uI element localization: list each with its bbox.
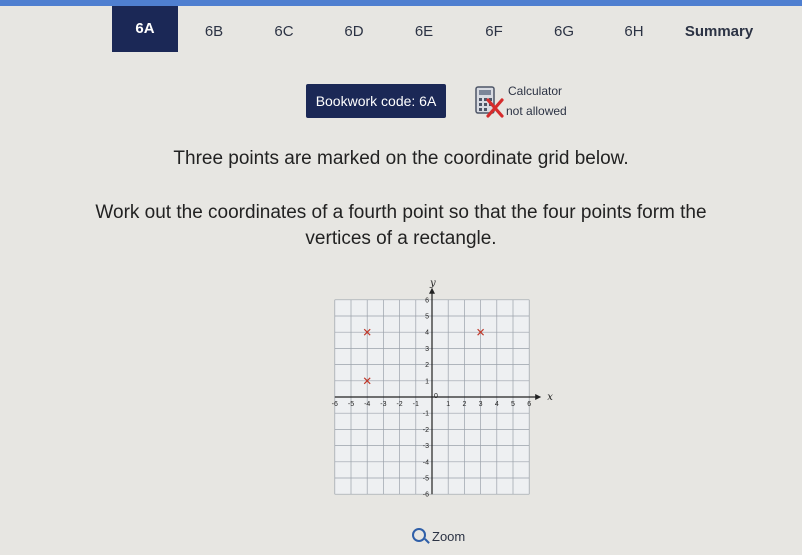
x-tick-label: -2 [396, 401, 402, 408]
tab-6e[interactable]: 6E [394, 12, 454, 52]
y-tick-label: 1 [425, 378, 429, 385]
calculator-crossed-icon [474, 86, 506, 118]
question-tab-bar: 6A 6B 6C 6D 6E 6F 6G 6H Summary [112, 6, 802, 52]
tab-6f[interactable]: 6F [464, 12, 524, 52]
coordinate-grid: x y -6 -5 -4 -3 -2 -1 1 2 3 4 5 6 6 5 4 3 2 1 -1 -2 -3 -4 -5 -6 0 [324, 276, 564, 506]
x-tick-label: 6 [527, 401, 531, 408]
calculator-status: not allowed [506, 104, 567, 118]
y-tick-label: 2 [425, 362, 429, 369]
tab-6a[interactable]: 6A [112, 6, 178, 52]
x-tick-label: -6 [332, 401, 338, 408]
x-tick-label: 2 [462, 401, 466, 408]
tab-6h[interactable]: 6H [604, 12, 664, 52]
tab-6d[interactable]: 6D [324, 12, 384, 52]
x-tick-label: 1 [446, 401, 450, 408]
y-tick-label: 6 [425, 297, 429, 304]
coordinate-grid-svg: x y -6 -5 -4 -3 -2 -1 1 2 3 4 5 6 6 5 4 3 2 1 -1 -2 -3 -4 -5 -6 0 [332, 278, 554, 499]
tab-6c[interactable]: 6C [254, 12, 314, 52]
tab-6b[interactable]: 6B [184, 12, 244, 52]
y-tick-label: -3 [423, 443, 429, 450]
question-text-line2: Work out the coordinates of a fourth poi… [0, 200, 802, 252]
x-axis-arrow [535, 394, 542, 400]
x-tick-label: -1 [413, 401, 419, 408]
bookwork-code-badge: Bookwork code: 6A [306, 84, 446, 118]
y-tick-label: 5 [425, 314, 429, 321]
tab-summary[interactable]: Summary [674, 12, 764, 52]
x-tick-label: 3 [479, 401, 483, 408]
magnifier-icon [412, 528, 426, 542]
question-text-line1: Three points are marked on the coordinat… [173, 148, 629, 169]
y-axis-label: y [429, 278, 436, 289]
x-tick-label: -4 [364, 401, 370, 408]
y-tick-label: -2 [423, 427, 429, 434]
x-tick-label: 4 [495, 401, 499, 408]
zoom-button[interactable]: Zoom [412, 527, 465, 544]
y-tick-label: -6 [423, 492, 429, 499]
y-tick-label: 4 [425, 330, 429, 337]
tab-6g[interactable]: 6G [534, 12, 594, 52]
zoom-label: Zoom [432, 529, 466, 544]
x-tick-label: 5 [511, 401, 515, 408]
y-tick-label: -5 [423, 476, 429, 483]
question-text-line2a: Work out the coordinates of a fourth poi… [95, 202, 707, 223]
y-tick-label: -1 [423, 411, 429, 418]
origin-label: 0 [434, 393, 438, 400]
x-axis-label: x [547, 392, 553, 403]
x-tick-label: -5 [348, 401, 354, 408]
question-text-line2b: vertices of a rectangle. [305, 228, 497, 249]
calculator-label: Calculator [508, 84, 563, 98]
x-tick-label: -3 [380, 401, 386, 408]
y-tick-label: -4 [423, 459, 429, 466]
y-tick-label: 3 [425, 346, 429, 353]
